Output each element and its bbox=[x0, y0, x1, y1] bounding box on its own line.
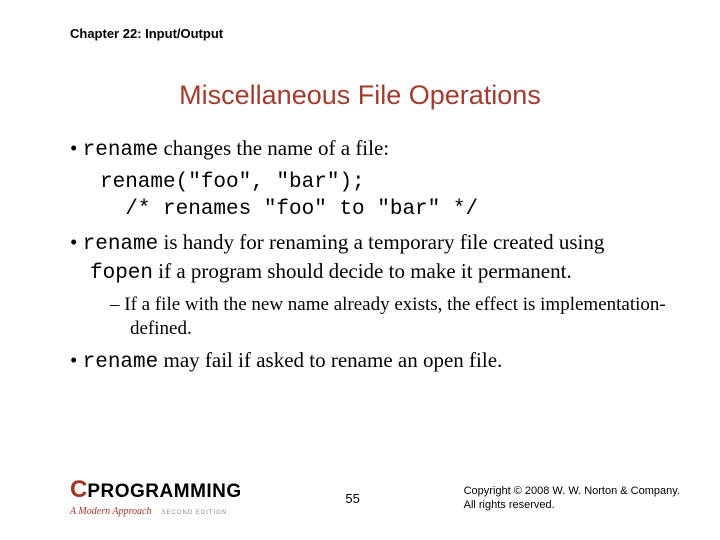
code-inline: fopen bbox=[90, 262, 153, 285]
logo-edition: SECOND EDITION bbox=[161, 510, 227, 516]
copyright-line-2: All rights reserved. bbox=[464, 498, 680, 512]
bullet-2-sub-1: If a file with the new name already exis… bbox=[110, 293, 670, 341]
logo-programming: PROGRAMMING bbox=[87, 482, 241, 501]
chapter-label: Chapter 22: Input/Output bbox=[70, 26, 223, 41]
page-number: 55 bbox=[345, 491, 359, 506]
code-line: rename("foo", "bar"); bbox=[100, 171, 365, 194]
bullet-text: may fail if asked to rename an open file… bbox=[158, 348, 502, 372]
code-inline: rename bbox=[83, 139, 159, 162]
code-inline: rename bbox=[83, 351, 159, 374]
content-area: rename changes the name of a file: renam… bbox=[70, 135, 670, 382]
bullet-text: is handy for renaming a temporary file c… bbox=[158, 230, 604, 254]
logo-main-line: CPROGRAMMING bbox=[70, 478, 242, 502]
footer: CPROGRAMMING A Modern Approach SECOND ED… bbox=[70, 478, 680, 518]
logo-subtitle: A Modern Approach bbox=[70, 506, 151, 517]
code-inline: rename bbox=[83, 233, 159, 256]
logo-c-letter: C bbox=[70, 478, 87, 502]
copyright-line-1: Copyright © 2008 W. W. Norton & Company. bbox=[464, 484, 680, 498]
bullet-1: rename changes the name of a file: bbox=[70, 135, 670, 164]
logo-sub-line: A Modern Approach SECOND EDITION bbox=[70, 502, 242, 518]
slide-title: Miscellaneous File Operations bbox=[0, 80, 720, 111]
copyright: Copyright © 2008 W. W. Norton & Company.… bbox=[464, 484, 680, 513]
bullet-3: rename may fail if asked to rename an op… bbox=[70, 347, 670, 376]
code-block: rename("foo", "bar"); /* renames "foo" t… bbox=[100, 170, 670, 223]
bullet-2: rename is handy for renaming a temporary… bbox=[70, 229, 670, 288]
bullet-text: if a program should decide to make it pe… bbox=[153, 259, 572, 283]
bullet-text: changes the name of a file: bbox=[158, 136, 389, 160]
code-line: /* renames "foo" to "bar" */ bbox=[100, 198, 478, 221]
book-logo: CPROGRAMMING A Modern Approach SECOND ED… bbox=[70, 478, 242, 518]
